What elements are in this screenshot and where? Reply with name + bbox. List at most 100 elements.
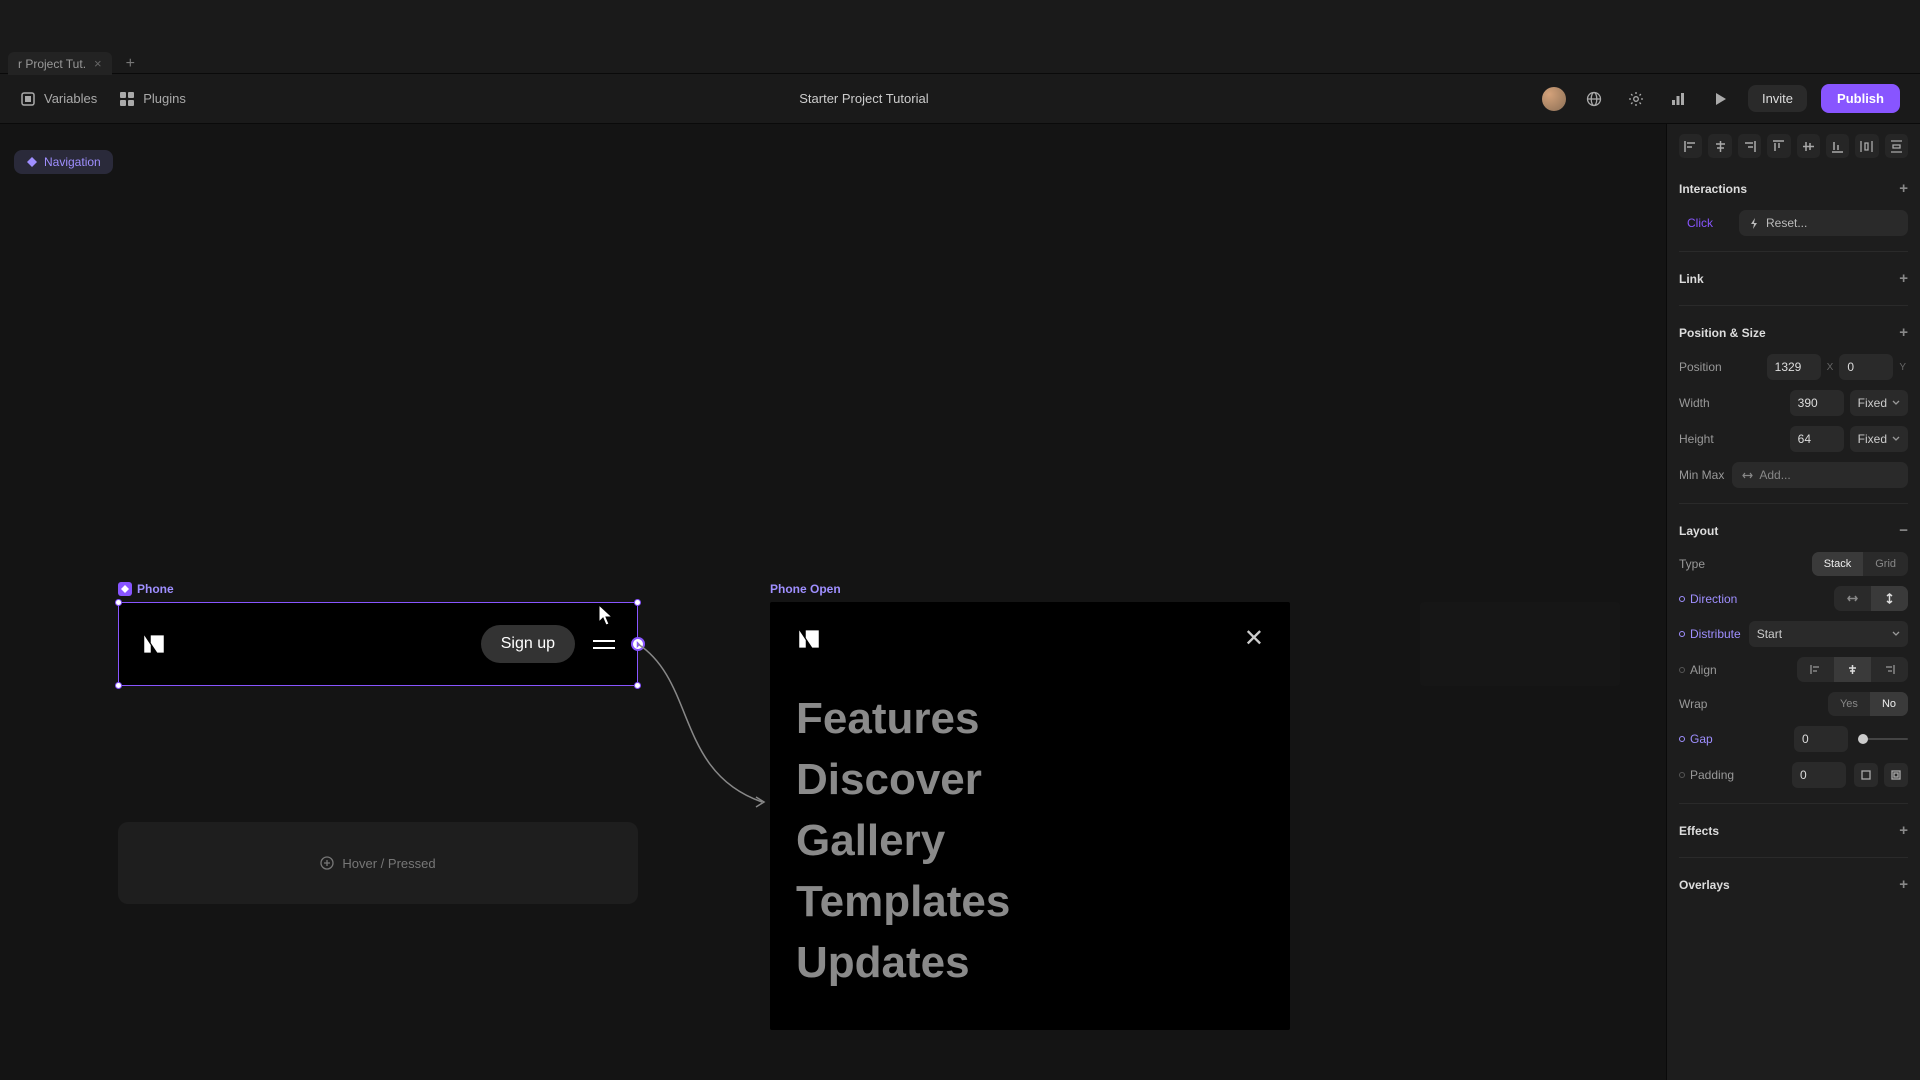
minmax-add-button[interactable]: Add...: [1732, 462, 1908, 488]
breadcrumb-chip[interactable]: Navigation: [14, 150, 113, 174]
width-input[interactable]: [1790, 390, 1844, 416]
section-title: Link: [1679, 272, 1704, 286]
phone-open-component[interactable]: ✕ Features Discover Gallery Templates Up…: [770, 602, 1290, 1030]
slider-thumb[interactable]: [1858, 734, 1868, 744]
padding-sides-icon[interactable]: [1884, 763, 1908, 787]
globe-icon[interactable]: [1580, 85, 1608, 113]
phone-open-header: ✕: [796, 624, 1264, 653]
plugins-label: Plugins: [143, 91, 186, 106]
align-end[interactable]: [1871, 657, 1908, 682]
distribute-dropdown[interactable]: Start: [1749, 621, 1908, 647]
gap-input[interactable]: [1794, 726, 1848, 752]
close-icon[interactable]: ✕: [1244, 624, 1264, 653]
frame-label-phone-open[interactable]: Phone Open: [770, 582, 841, 596]
add-effect-button[interactable]: +: [1899, 822, 1908, 839]
type-segmented: Stack Grid: [1812, 552, 1908, 576]
height-mode-dropdown[interactable]: Fixed: [1850, 426, 1908, 452]
add-interaction-button[interactable]: +: [1899, 180, 1908, 197]
chevron-down-icon: [1892, 630, 1900, 638]
add-tab-button[interactable]: +: [116, 55, 145, 73]
document-tab[interactable]: r Project Tut. ×: [8, 52, 112, 75]
resize-handle[interactable]: [115, 682, 122, 689]
align-start[interactable]: [1797, 657, 1834, 682]
align-top-icon[interactable]: [1767, 134, 1790, 158]
hamburger-icon[interactable]: [593, 640, 615, 649]
wrap-yes[interactable]: Yes: [1828, 692, 1870, 716]
align-right-icon[interactable]: [1738, 134, 1761, 158]
close-icon[interactable]: ×: [94, 56, 102, 71]
type-grid-option[interactable]: Grid: [1863, 552, 1908, 576]
menu-item[interactable]: Discover: [796, 752, 1264, 807]
height-row: Height Fixed: [1679, 421, 1908, 457]
tab-title: r Project Tut.: [18, 57, 86, 71]
interaction-action[interactable]: Reset...: [1739, 210, 1908, 236]
position-x-input[interactable]: [1767, 354, 1821, 380]
frame-label-text: Phone: [137, 582, 174, 596]
add-overlay-button[interactable]: +: [1899, 876, 1908, 893]
add-position-button[interactable]: +: [1899, 324, 1908, 341]
interaction-click-label[interactable]: Click: [1679, 212, 1721, 234]
connection-node[interactable]: [631, 637, 645, 651]
position-row: Position X Y: [1679, 349, 1908, 385]
project-title[interactable]: Starter Project Tutorial: [799, 91, 928, 106]
distribute-label: Distribute: [1679, 627, 1741, 641]
align-center-h-icon[interactable]: [1708, 134, 1731, 158]
add-link-button[interactable]: +: [1899, 270, 1908, 287]
resize-handle[interactable]: [634, 682, 641, 689]
section-layout: Layout −: [1679, 514, 1908, 547]
menu-item[interactable]: Updates: [796, 935, 1264, 990]
alignment-toolbar: [1679, 134, 1908, 158]
align-center[interactable]: [1834, 657, 1871, 682]
width-mode-dropdown[interactable]: Fixed: [1850, 390, 1908, 416]
brand-logo: [796, 626, 822, 652]
wrap-no[interactable]: No: [1870, 692, 1908, 716]
variables-button[interactable]: Variables: [20, 91, 97, 107]
align-middle-icon[interactable]: [1797, 134, 1820, 158]
minmax-row: Min Max Add...: [1679, 457, 1908, 493]
hover-pressed-slot[interactable]: Hover / Pressed: [118, 822, 638, 904]
play-icon[interactable]: [1706, 85, 1734, 113]
toolbar-left-group: Variables Plugins: [20, 91, 186, 107]
direction-horizontal[interactable]: [1834, 586, 1871, 611]
user-avatar[interactable]: [1542, 87, 1566, 111]
padding-uniform-icon[interactable]: [1854, 763, 1878, 787]
interaction-row: Click Reset...: [1679, 205, 1908, 241]
phone-component[interactable]: Sign up: [118, 602, 638, 686]
menu-item[interactable]: Gallery: [796, 813, 1264, 868]
card-fragment[interactable]: [1420, 602, 1620, 686]
direction-vertical[interactable]: [1871, 586, 1908, 611]
height-input[interactable]: [1790, 426, 1844, 452]
collapse-layout-button[interactable]: −: [1899, 522, 1908, 539]
distribute-h-icon[interactable]: [1855, 134, 1878, 158]
y-unit: Y: [1899, 362, 1906, 373]
chart-icon[interactable]: [1664, 85, 1692, 113]
align-left-icon[interactable]: [1679, 134, 1702, 158]
interaction-action-label: Reset...: [1766, 216, 1807, 230]
align-segmented: [1797, 657, 1908, 682]
position-y-input[interactable]: [1839, 354, 1893, 380]
plugins-button[interactable]: Plugins: [119, 91, 186, 107]
menu-list: Features Discover Gallery Templates Upda…: [796, 691, 1264, 990]
invite-button[interactable]: Invite: [1748, 85, 1807, 112]
publish-button[interactable]: Publish: [1821, 84, 1900, 113]
distribute-v-icon[interactable]: [1885, 134, 1908, 158]
type-stack-option[interactable]: Stack: [1812, 552, 1864, 576]
signup-button[interactable]: Sign up: [481, 625, 575, 663]
wrap-label: Wrap: [1679, 697, 1707, 711]
canvas[interactable]: Navigation Phone Sign up Hover / Pressed…: [0, 124, 1720, 1080]
align-row: Align: [1679, 652, 1908, 687]
menu-item[interactable]: Features: [796, 691, 1264, 746]
padding-label: Padding: [1679, 768, 1734, 782]
frame-label-phone[interactable]: Phone: [118, 582, 174, 596]
window-titlebar: [0, 0, 1920, 54]
wrap-row: Wrap Yes No: [1679, 687, 1908, 721]
gear-icon[interactable]: [1622, 85, 1650, 113]
menu-item[interactable]: Templates: [796, 874, 1264, 929]
resize-handle[interactable]: [634, 599, 641, 606]
gap-slider[interactable]: [1858, 738, 1908, 740]
align-bottom-icon[interactable]: [1826, 134, 1849, 158]
padding-input[interactable]: [1792, 762, 1846, 788]
component-icon: [26, 156, 38, 168]
align-label: Align: [1679, 663, 1717, 677]
resize-handle[interactable]: [115, 599, 122, 606]
